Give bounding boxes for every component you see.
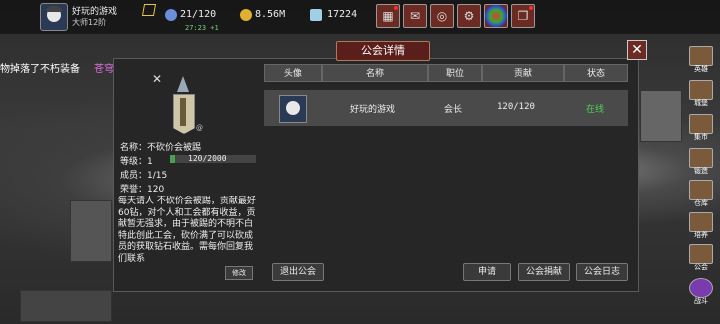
- member-status: 在线: [586, 105, 605, 115]
- gamepad-button[interactable]: ◎: [430, 4, 454, 28]
- member-avatar[interactable]: [279, 95, 307, 123]
- shop-icon: ▦: [382, 9, 394, 23]
- guild-honor: 荣誉：120: [120, 185, 165, 195]
- gold-icon: [240, 9, 252, 21]
- guild-name: 名称：不砍价会被踢: [120, 143, 202, 153]
- sidebar-item-train[interactable]: 培养: [686, 212, 716, 240]
- member-contribution: 120/120: [497, 102, 535, 112]
- sidebar-item-castle[interactable]: 城堡: [686, 80, 716, 108]
- dialog-close-button[interactable]: ✕: [627, 40, 647, 60]
- notice-edit-button[interactable]: 修改: [225, 266, 253, 280]
- guild-xp-text: 120/2000: [188, 154, 227, 163]
- member-name: 好玩的游戏: [350, 105, 396, 115]
- column-header-contribution: 贡献: [482, 64, 564, 82]
- quest-button[interactable]: ❐: [511, 4, 535, 28]
- energy-value: 21/120: [180, 9, 217, 20]
- column-header-avatar: 头像: [264, 64, 322, 82]
- mail-button[interactable]: ✉: [403, 4, 427, 28]
- column-header-position: 职位: [428, 64, 482, 82]
- guild-log-button[interactable]: 公会日志: [576, 263, 628, 281]
- energy-icon: [165, 9, 177, 21]
- edit-name-icon[interactable]: [141, 4, 157, 16]
- quest-scroll-icon: ❐: [517, 9, 529, 23]
- color-wheel-button[interactable]: [484, 4, 508, 28]
- sidebar-item-battle[interactable]: 战斗: [686, 278, 716, 306]
- emblem-edit-icon[interactable]: @: [196, 124, 203, 132]
- guild-level: 等级：1: [120, 157, 153, 167]
- gear-icon: ⚙: [463, 9, 475, 23]
- castle-icon: [689, 80, 713, 100]
- warehouse-icon: [689, 180, 713, 200]
- sidebar-item-market[interactable]: 集市: [686, 114, 716, 142]
- sidebar-item-hero[interactable]: 英雄: [686, 46, 716, 74]
- player-avatar[interactable]: [40, 3, 68, 31]
- mail-icon: ✉: [409, 9, 421, 23]
- guild-icon: [689, 244, 713, 264]
- battle-portal-icon: [689, 278, 713, 298]
- gold-value: 8.56M: [255, 9, 286, 20]
- apply-button[interactable]: 申请: [463, 263, 511, 281]
- guild-donate-button[interactable]: 公会捐献: [518, 263, 570, 281]
- map-building: [640, 90, 682, 142]
- map-wall: [20, 290, 112, 322]
- map-building: [70, 200, 112, 262]
- gem-icon: [310, 9, 322, 21]
- gamepad-icon: ◎: [436, 9, 448, 23]
- train-icon: [689, 212, 713, 232]
- hero-icon: [689, 46, 713, 66]
- player-level: 大师12阶: [72, 18, 107, 27]
- leave-guild-button[interactable]: 退出公会: [272, 263, 324, 281]
- sidebar-item-forge[interactable]: 锻造: [686, 148, 716, 176]
- guild-emblem: [169, 76, 197, 134]
- guild-notice: 每天请人 不砍价会被踢，贡献最好60钻，对个人和工会都有收益，贡献暂无强求，由于…: [118, 196, 256, 264]
- guild-xp-fill: [170, 155, 176, 163]
- anvil-icon: [689, 148, 713, 168]
- settings-button[interactable]: ⚙: [457, 4, 481, 28]
- close-icon: ✕: [631, 42, 643, 58]
- player-name: 好玩的游戏: [72, 7, 118, 17]
- dialog-title: 公会详情: [336, 41, 430, 61]
- market-icon: [689, 114, 713, 134]
- guild-members: 成员：1/15: [120, 171, 168, 181]
- dismiss-x-icon[interactable]: ✕: [152, 72, 162, 86]
- top-bar: 好玩的游戏 大师12阶 21/120 27:23 +1 8.56M 17224 …: [0, 0, 720, 34]
- energy-timer: 27:23 +1: [185, 24, 219, 32]
- gem-value: 17224: [327, 9, 358, 20]
- guild-xp-bar: 120/2000: [170, 154, 256, 163]
- sidebar-item-guild[interactable]: 公会: [686, 244, 716, 272]
- system-banner-text: 物掉落了不朽装备: [0, 64, 80, 75]
- column-header-status: 状态: [564, 64, 628, 82]
- sidebar-item-warehouse[interactable]: 仓库: [686, 180, 716, 208]
- member-position: 会长: [444, 105, 463, 115]
- column-header-name: 名称: [322, 64, 428, 82]
- shop-button[interactable]: ▦: [376, 4, 400, 28]
